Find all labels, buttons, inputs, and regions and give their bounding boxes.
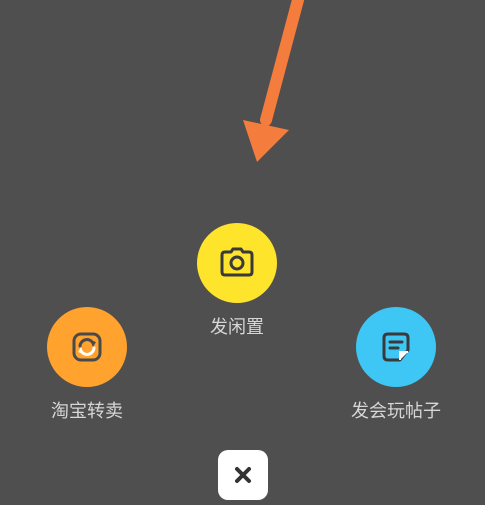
post-circle [356, 307, 436, 387]
post-fun-thread-button[interactable]: 发会玩帖子 [340, 307, 452, 423]
resell-icon [72, 332, 102, 362]
taobao-resell-label: 淘宝转卖 [51, 401, 123, 422]
close-button[interactable] [218, 450, 268, 500]
camera-circle [197, 223, 277, 303]
taobao-resell-button[interactable]: 淘宝转卖 [40, 307, 134, 423]
close-icon [235, 467, 251, 483]
resell-circle [47, 307, 127, 387]
post-idle-item-label: 发闲置 [210, 317, 264, 338]
post-idle-item-button[interactable]: 发闲置 [190, 223, 284, 339]
post-fun-thread-label: 发会玩帖子 [351, 401, 441, 422]
camera-icon [220, 247, 254, 277]
post-note-icon [382, 332, 410, 362]
